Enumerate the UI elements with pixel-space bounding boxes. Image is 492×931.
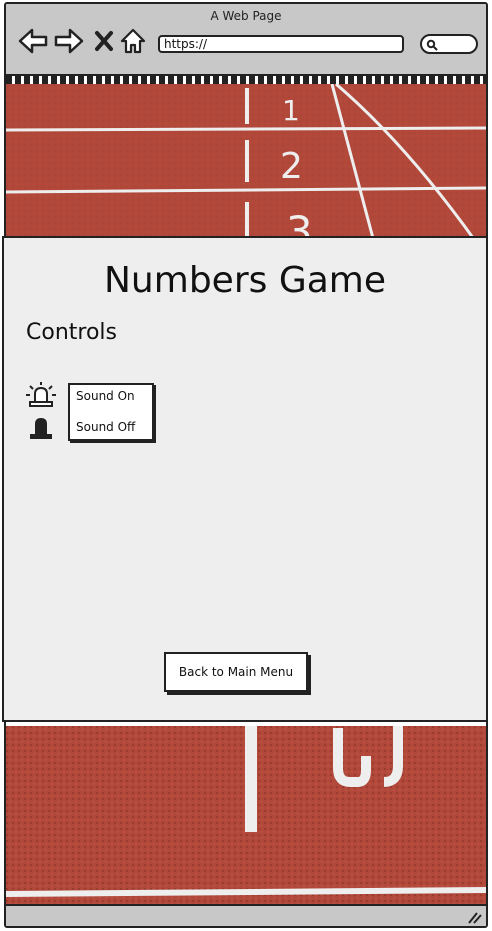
search-field[interactable]: [420, 34, 478, 54]
search-icon: [426, 39, 438, 51]
lane-number: 1: [282, 94, 300, 127]
url-input[interactable]: https://: [158, 35, 404, 53]
lane-number: 2: [280, 146, 303, 187]
close-icon[interactable]: [94, 26, 114, 56]
running-track-image: 1 2 3: [6, 84, 486, 242]
status-bar: [6, 904, 486, 926]
resize-grip-icon[interactable]: [466, 910, 482, 924]
content-panel: Numbers Game Controls Sound On Sound Off…: [2, 236, 488, 722]
browser-toolbar: A Web Page https://: [6, 4, 486, 76]
back-to-main-menu-button[interactable]: Back to Main Menu: [164, 652, 308, 692]
back-icon[interactable]: [18, 26, 48, 56]
section-title: Controls: [26, 320, 117, 345]
siren-off-icon[interactable]: [24, 414, 58, 442]
running-track-image: [6, 726, 486, 906]
page-title: Numbers Game: [104, 260, 386, 301]
siren-on-icon[interactable]: [24, 382, 58, 410]
sound-on-option[interactable]: Sound On: [76, 389, 135, 403]
home-icon[interactable]: [120, 26, 146, 56]
sound-options-list: Sound On Sound Off: [68, 383, 154, 441]
window-title: A Web Page: [210, 9, 282, 23]
sound-off-option[interactable]: Sound Off: [76, 420, 135, 434]
toolbar-divider: [6, 76, 486, 84]
forward-icon[interactable]: [54, 26, 84, 56]
